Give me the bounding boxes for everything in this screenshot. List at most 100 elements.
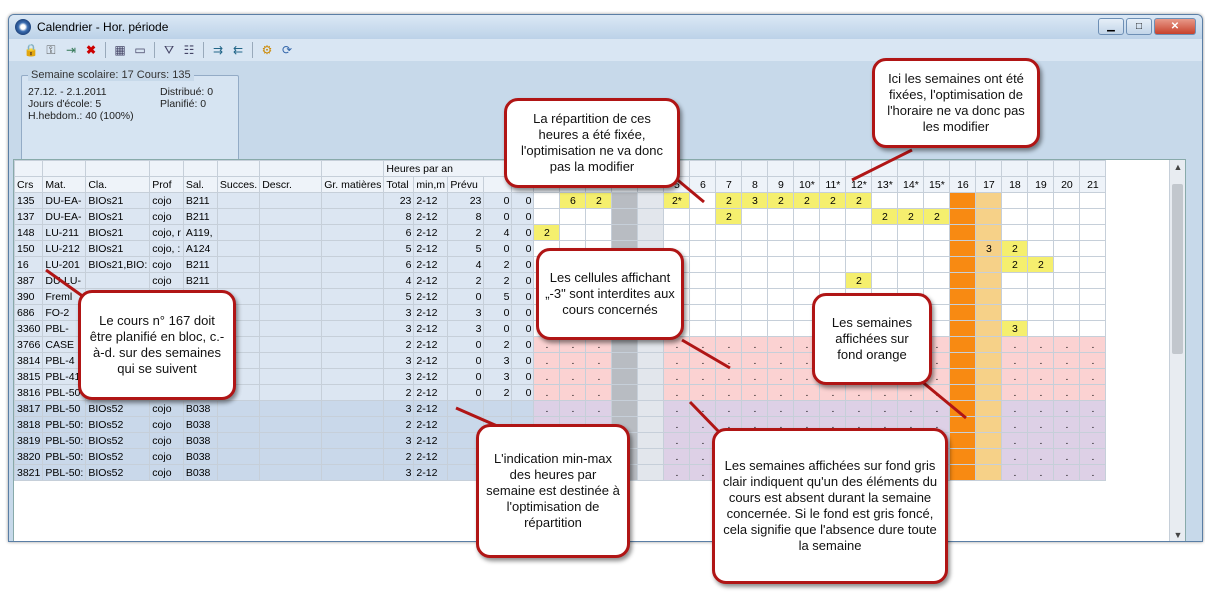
cell-empty[interactable] [216, 432, 261, 449]
week-cell[interactable] [923, 256, 951, 273]
week-header[interactable]: 20 [1053, 176, 1081, 193]
week-cell[interactable] [741, 288, 769, 305]
week-cell[interactable] [1053, 240, 1081, 257]
week-cell[interactable] [975, 304, 1003, 321]
week-cell[interactable] [1079, 320, 1107, 337]
cell-minmax[interactable]: 2-12 [413, 240, 449, 257]
week-cell[interactable]: . [1001, 352, 1029, 369]
week-cell[interactable] [975, 368, 1003, 385]
cell-total[interactable]: 6 [383, 256, 415, 273]
cell-crs[interactable]: 3816 [14, 384, 44, 401]
cell-c2[interactable]: 0 [511, 288, 535, 305]
week-cell[interactable]: . [715, 384, 743, 401]
week-cell[interactable]: . [741, 368, 769, 385]
cell-prevu[interactable]: 0 [447, 288, 485, 305]
week-cell[interactable] [533, 208, 561, 225]
week-cell[interactable] [1079, 288, 1107, 305]
cell-empty[interactable] [259, 400, 323, 417]
week-cell[interactable]: 2 [1027, 256, 1055, 273]
week-cell[interactable] [1053, 256, 1081, 273]
week-cell[interactable] [949, 320, 977, 337]
cell-total[interactable]: 2 [383, 384, 415, 401]
week-cell[interactable] [637, 352, 665, 369]
week-cell[interactable]: . [741, 384, 769, 401]
cell-empty[interactable] [259, 352, 323, 369]
week-cell[interactable] [1001, 304, 1029, 321]
column-header[interactable]: Sal. [182, 176, 218, 193]
week-cell[interactable] [637, 224, 665, 241]
week-cell[interactable]: . [533, 368, 561, 385]
scroll-up-icon[interactable]: ▲ [1170, 162, 1185, 172]
week-cell[interactable]: . [533, 400, 561, 417]
week-cell[interactable]: . [559, 384, 587, 401]
week-cell[interactable] [1001, 192, 1029, 209]
cell-total[interactable]: 3 [383, 400, 415, 417]
cell-empty[interactable] [321, 336, 385, 353]
cell-prevu[interactable]: 0 [447, 336, 485, 353]
cell-cla[interactable]: BIOs21,BIO: [85, 256, 151, 273]
cell-cla[interactable]: BIOs52 [85, 416, 151, 433]
cell-crs[interactable]: 3820 [14, 448, 44, 465]
week-cell[interactable]: . [715, 352, 743, 369]
cell-total[interactable]: 6 [383, 224, 415, 241]
cell-empty[interactable] [259, 432, 323, 449]
week-cell[interactable]: . [663, 368, 691, 385]
week-cell[interactable] [975, 256, 1003, 273]
cell-minmax[interactable]: 2-12 [413, 304, 449, 321]
week-cell[interactable] [767, 304, 795, 321]
week-cell[interactable]: . [767, 384, 795, 401]
week-cell[interactable]: . [1053, 336, 1081, 353]
cell-c1[interactable]: 0 [483, 304, 513, 321]
week-cell[interactable] [793, 272, 821, 289]
cell-c1[interactable]: 2 [483, 384, 513, 401]
cell-empty[interactable] [216, 240, 261, 257]
cell-minmax[interactable]: 2-12 [413, 224, 449, 241]
cell-c1[interactable]: 0 [483, 208, 513, 225]
week-cell[interactable] [637, 432, 665, 449]
week-cell[interactable] [975, 224, 1003, 241]
week-cell[interactable] [949, 352, 977, 369]
cell-sal[interactable]: B211 [182, 272, 218, 289]
refresh-icon[interactable]: ⟳ [279, 42, 295, 58]
week-cell[interactable] [871, 240, 899, 257]
week-cell[interactable]: . [767, 400, 795, 417]
lock-icon[interactable]: 🔒 [23, 42, 39, 58]
cell-c1[interactable]: 2 [483, 272, 513, 289]
week-header[interactable]: 21 [1079, 176, 1107, 193]
cell-c2[interactable]: 0 [511, 352, 535, 369]
week-cell[interactable] [975, 208, 1003, 225]
cell-prof[interactable]: cojo [149, 432, 184, 449]
week-cell[interactable] [715, 224, 743, 241]
week-cell[interactable]: . [923, 384, 951, 401]
week-cell[interactable]: . [715, 400, 743, 417]
week-cell[interactable] [611, 208, 639, 225]
cell-c1[interactable]: 2 [483, 336, 513, 353]
week-cell[interactable] [1079, 224, 1107, 241]
week-cell[interactable] [897, 272, 925, 289]
table-row[interactable]: 135 DU-EA- BIOs21 cojo B211 23 2-12 23 0 0 6 2 2* 2 3 2… [14, 192, 1107, 209]
cell-minmax[interactable]: 2-12 [413, 256, 449, 273]
week-cell[interactable]: . [585, 400, 613, 417]
week-cell[interactable] [975, 400, 1003, 417]
week-cell[interactable]: . [1079, 400, 1107, 417]
week-cell[interactable]: . [663, 464, 691, 481]
week-cell[interactable] [585, 208, 613, 225]
week-cell[interactable]: . [1027, 416, 1055, 433]
week-cell[interactable]: . [1079, 384, 1107, 401]
column-header[interactable]: min,m [413, 176, 449, 193]
cell-crs[interactable]: 387 [14, 272, 44, 289]
week-cell[interactable] [1079, 192, 1107, 209]
week-cell[interactable] [923, 192, 951, 209]
cell-prevu[interactable]: 0 [447, 384, 485, 401]
week-cell[interactable] [611, 384, 639, 401]
week-cell[interactable]: . [689, 384, 717, 401]
cell-empty[interactable] [259, 304, 323, 321]
cell-empty[interactable] [321, 320, 385, 337]
cell-minmax[interactable]: 2-12 [413, 432, 449, 449]
week-cell[interactable]: 2 [715, 208, 743, 225]
cell-minmax[interactable]: 2-12 [413, 416, 449, 433]
gear-icon[interactable]: ⚙ [259, 42, 275, 58]
week-cell[interactable]: . [663, 448, 691, 465]
cell-empty[interactable] [216, 192, 261, 209]
column-header[interactable]: Succes. [216, 176, 261, 193]
